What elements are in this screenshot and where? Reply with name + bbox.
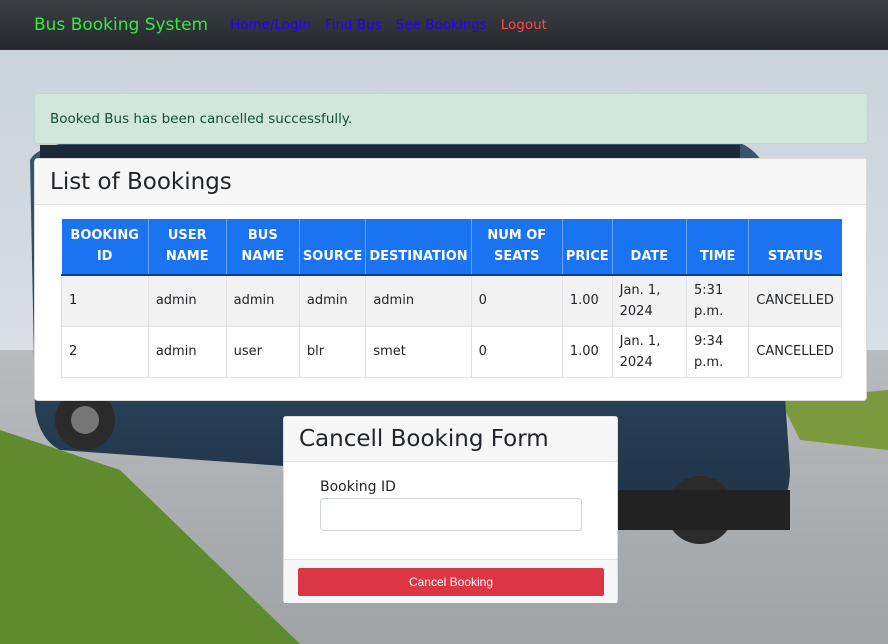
col-status: STATUS <box>748 219 842 276</box>
booking-id-input[interactable] <box>320 498 582 531</box>
col-date: DATE <box>612 219 688 276</box>
nav-logout[interactable]: Logout <box>501 17 547 33</box>
col-user-name: USER NAME <box>148 219 227 276</box>
cell-status: CANCELLED <box>748 274 842 327</box>
col-source: SOURCE <box>299 219 367 276</box>
col-bus-name: BUS NAME <box>226 219 300 276</box>
cancel-booking-button[interactable]: Cancel Booking <box>298 568 604 596</box>
col-booking-id: BOOKING ID <box>61 219 149 276</box>
cell-source: admin <box>298 274 367 327</box>
cell-num-seats: 0 <box>470 274 563 327</box>
cell-time: 5:31 p.m. <box>686 274 750 327</box>
col-price: PRICE <box>562 219 613 276</box>
cell-booking-id: 2 <box>61 325 149 378</box>
cell-source: blr <box>298 325 367 378</box>
cell-user-name: admin <box>147 325 227 378</box>
col-num-seats: NUM OF SEATS <box>471 219 563 276</box>
cell-num-seats: 0 <box>470 325 563 378</box>
alert-message: Booked Bus has been cancelled successful… <box>50 111 353 127</box>
cell-booking-id: 1 <box>61 274 149 327</box>
cell-date: Jan. 1, 2024 <box>611 274 688 327</box>
navbar: Bus Booking System Home/Login Find Bus S… <box>0 0 888 50</box>
nav-find-bus[interactable]: Find Bus <box>325 17 382 33</box>
cell-status: CANCELLED <box>748 325 842 378</box>
col-time: TIME <box>686 219 750 276</box>
success-alert: Booked Bus has been cancelled successful… <box>34 93 868 144</box>
brand-logo[interactable]: Bus Booking System <box>34 15 208 35</box>
nav-home-login[interactable]: Home/Login <box>230 17 311 33</box>
bookings-title: List of Bookings <box>35 159 866 205</box>
cell-user-name: admin <box>147 274 227 327</box>
cell-date: Jan. 1, 2024 <box>611 325 688 378</box>
cell-price: 1.00 <box>561 325 613 378</box>
nav-see-bookings[interactable]: See Bookings <box>396 17 487 33</box>
cancel-booking-form: Cancell Booking Form Booking ID Cancel B… <box>283 416 618 603</box>
form-title: Cancell Booking Form <box>284 417 617 462</box>
form-footer: Cancel Booking <box>284 559 617 603</box>
booking-id-label: Booking ID <box>320 479 396 495</box>
cell-bus-name: user <box>225 325 300 378</box>
table-row: 2 admin user blr smet 0 1.00 Jan. 1, 202… <box>61 325 842 378</box>
cell-destination: admin <box>365 274 472 327</box>
cell-price: 1.00 <box>561 274 613 327</box>
cell-bus-name: admin <box>225 274 300 327</box>
bookings-card: List of Bookings BOOKING ID USER NAME BU… <box>34 158 867 401</box>
cell-time: 9:34 p.m. <box>686 325 750 378</box>
col-destination: DESTINATION <box>365 219 472 276</box>
table-header-row: BOOKING ID USER NAME BUS NAME SOURCE DES… <box>61 219 842 276</box>
bookings-table: BOOKING ID USER NAME BUS NAME SOURCE DES… <box>61 219 842 378</box>
cell-destination: smet <box>365 325 472 378</box>
table-row: 1 admin admin admin admin 0 1.00 Jan. 1,… <box>61 274 842 327</box>
